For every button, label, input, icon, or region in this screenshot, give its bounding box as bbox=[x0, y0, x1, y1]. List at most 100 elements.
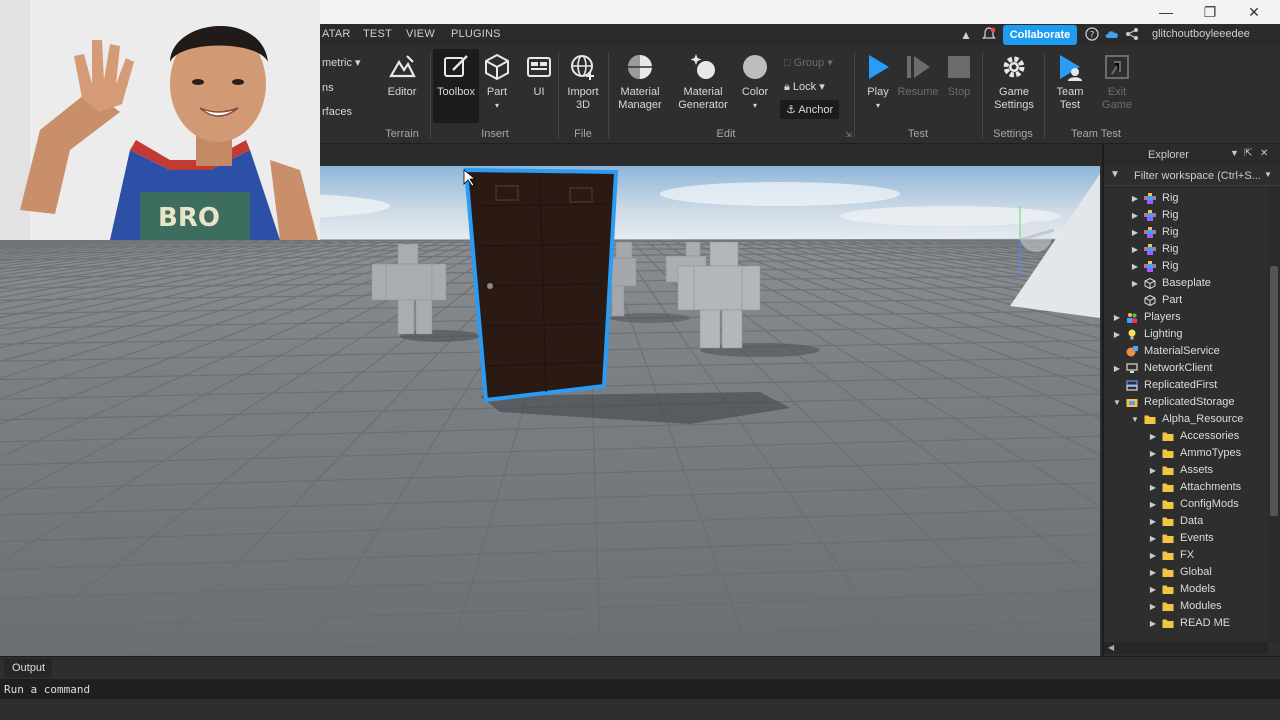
explorer-item-read-me[interactable]: ▶ READ ME bbox=[1104, 615, 1268, 632]
explorer-dropdown-icon[interactable]: ▼ bbox=[1230, 148, 1239, 158]
transform-mode-dropdown[interactable]: metric ▾ bbox=[322, 56, 361, 69]
notification-bell-icon[interactable] bbox=[981, 27, 997, 43]
explorer-item-fx[interactable]: ▶ FX bbox=[1104, 547, 1268, 564]
collapsed-arrow-icon[interactable]: ▶ bbox=[1130, 190, 1140, 207]
exit-game-button[interactable]: Exit Game bbox=[1087, 52, 1147, 112]
collapsed-arrow-icon[interactable]: ▶ bbox=[1148, 462, 1158, 479]
collapsed-arrow-icon[interactable]: ▶ bbox=[1112, 326, 1122, 343]
group-button[interactable]: □ Group ▾ bbox=[784, 56, 833, 69]
collapsed-arrow-icon[interactable]: ▶ bbox=[1130, 207, 1140, 224]
output-tab[interactable]: Output bbox=[4, 659, 52, 677]
explorer-item-part[interactable]: Part bbox=[1104, 292, 1268, 309]
maximize-icon[interactable]: ❐ bbox=[1192, 2, 1228, 22]
explorer-item-accessories[interactable]: ▶ Accessories bbox=[1104, 428, 1268, 445]
expanded-arrow-icon[interactable]: ▼ bbox=[1112, 394, 1122, 411]
explorer-vscrollbar[interactable] bbox=[1268, 186, 1280, 642]
minimize-icon[interactable]: — bbox=[1148, 2, 1184, 22]
explorer-item-attachments[interactable]: ▶ Attachments bbox=[1104, 479, 1268, 496]
explorer-item-networkclient[interactable]: ▶ NetworkClient bbox=[1104, 360, 1268, 377]
collapsed-arrow-icon[interactable]: ▶ bbox=[1148, 513, 1158, 530]
explorer-item-configmods[interactable]: ▶ ConfigMods bbox=[1104, 496, 1268, 513]
stop-button[interactable]: Stop bbox=[929, 52, 989, 99]
explorer-item-materialservice[interactable]: MaterialService bbox=[1104, 343, 1268, 360]
explorer-filter-bar[interactable]: ▼ Filter workspace (Ctrl+S... ▼ bbox=[1104, 166, 1280, 186]
menu-test[interactable]: TEST bbox=[363, 28, 392, 40]
collapsed-arrow-icon[interactable]: ▶ bbox=[1148, 598, 1158, 615]
menu-view[interactable]: VIEW bbox=[406, 28, 435, 40]
terrain-editor-button[interactable]: Editor bbox=[372, 52, 432, 99]
lock-button[interactable]: 🔒︎ Lock ▾ bbox=[784, 80, 825, 94]
menu-plugins[interactable]: PLUGINS bbox=[451, 28, 501, 40]
collapsed-arrow-icon[interactable]: ▶ bbox=[1130, 241, 1140, 258]
collapsed-arrow-icon[interactable]: ▶ bbox=[1148, 428, 1158, 445]
explorer-item-lighting[interactable]: ▶ Lighting bbox=[1104, 326, 1268, 343]
explorer-close-icon[interactable]: ✕ bbox=[1260, 148, 1268, 159]
explorer-item-global[interactable]: ▶ Global bbox=[1104, 564, 1268, 581]
collapsed-arrow-icon[interactable]: ▶ bbox=[1112, 309, 1122, 326]
expanded-arrow-icon[interactable]: ▼ bbox=[1130, 411, 1140, 428]
explorer-item-replicatedfirst[interactable]: ReplicatedFirst bbox=[1104, 377, 1268, 394]
explorer-item-ammotypes[interactable]: ▶ AmmoTypes bbox=[1104, 445, 1268, 462]
collapse-ribbon-icon[interactable]: ▲ bbox=[958, 27, 974, 43]
material-sphere-icon bbox=[628, 55, 652, 79]
explorer-item-baseplate[interactable]: ▶ Baseplate bbox=[1104, 275, 1268, 292]
collapsed-arrow-icon[interactable]: ▶ bbox=[1130, 275, 1140, 292]
explorer-item-rig[interactable]: ▶ Rig bbox=[1104, 190, 1268, 207]
material-manager-button[interactable]: Material Manager bbox=[610, 52, 670, 112]
scroll-left-icon[interactable]: ◀ bbox=[1108, 643, 1114, 652]
material-generator-button[interactable]: Material Generator bbox=[673, 52, 733, 112]
collapsed-arrow-icon[interactable]: ▶ bbox=[1148, 445, 1158, 462]
game-settings-button[interactable]: Game Settings bbox=[984, 52, 1044, 112]
explorer-item-players[interactable]: ▶ Players bbox=[1104, 309, 1268, 326]
collapsed-arrow-icon[interactable]: ▶ bbox=[1148, 547, 1158, 564]
collapsed-arrow-icon[interactable]: ▶ bbox=[1112, 360, 1122, 377]
explorer-item-replicatedstorage[interactable]: ▼ ReplicatedStorage bbox=[1104, 394, 1268, 411]
explorer-item-rig[interactable]: ▶ Rig bbox=[1104, 241, 1268, 258]
explorer-item-label: Data bbox=[1180, 515, 1204, 527]
explorer-item-data[interactable]: ▶ Data bbox=[1104, 513, 1268, 530]
explorer-scroll-thumb[interactable] bbox=[1270, 266, 1278, 516]
group-settings: Settings bbox=[993, 128, 1033, 140]
collapsed-arrow-icon[interactable]: ▶ bbox=[1148, 496, 1158, 513]
menu-avatar[interactable]: ATAR bbox=[322, 28, 351, 40]
collapsed-arrow-icon[interactable]: ▶ bbox=[1148, 479, 1158, 496]
collapsed-arrow-icon[interactable]: ▶ bbox=[1148, 530, 1158, 547]
explorer-hscrollbar[interactable]: ◀ bbox=[1104, 642, 1268, 654]
filter-funnel-icon: ▼ bbox=[1110, 169, 1120, 180]
collapsed-arrow-icon[interactable]: ▶ bbox=[1148, 564, 1158, 581]
close-icon[interactable]: ✕ bbox=[1236, 2, 1272, 22]
folder-icon bbox=[1162, 431, 1174, 442]
cloud-icon[interactable] bbox=[1104, 27, 1120, 43]
color-button[interactable]: Color ▾ bbox=[725, 52, 785, 112]
collapsed-arrow-icon[interactable]: ▶ bbox=[1130, 224, 1140, 241]
explorer-item-alpha-resource[interactable]: ▼ Alpha_Resource bbox=[1104, 411, 1268, 428]
collapsed-arrow-icon[interactable]: ▶ bbox=[1148, 581, 1158, 598]
filter-dropdown-icon[interactable]: ▼ bbox=[1264, 170, 1272, 179]
material-generator-icon bbox=[690, 54, 715, 79]
explorer-item-assets[interactable]: ▶ Assets bbox=[1104, 462, 1268, 479]
lighting-icon bbox=[1126, 329, 1138, 340]
command-input[interactable] bbox=[4, 682, 1204, 696]
explorer-item-events[interactable]: ▶ Events bbox=[1104, 530, 1268, 547]
edit-group-expander-icon[interactable]: ⇲ bbox=[845, 130, 852, 139]
anchor-button[interactable]: ⚓︎ Anchor bbox=[780, 100, 840, 119]
explorer-item-rig[interactable]: ▶ Rig bbox=[1104, 258, 1268, 275]
explorer-filter-input[interactable]: Filter workspace (Ctrl+S... bbox=[1134, 170, 1261, 182]
explorer-item-label: Lighting bbox=[1144, 328, 1183, 340]
import-3d-button[interactable]: Import 3D bbox=[553, 52, 613, 112]
collapsed-arrow-icon[interactable]: ▶ bbox=[1130, 258, 1140, 275]
explorer-item-models[interactable]: ▶ Models bbox=[1104, 581, 1268, 598]
rig-icon bbox=[1144, 261, 1156, 272]
explorer-item-rig[interactable]: ▶ Rig bbox=[1104, 207, 1268, 224]
explorer-item-label: NetworkClient bbox=[1144, 362, 1213, 374]
explorer-item-rig[interactable]: ▶ Rig bbox=[1104, 224, 1268, 241]
lock-icon: 🔒︎ bbox=[784, 81, 790, 93]
explorer-item-modules[interactable]: ▶ Modules bbox=[1104, 598, 1268, 615]
collapsed-arrow-icon[interactable]: ▶ bbox=[1148, 615, 1158, 632]
help-icon[interactable]: ? bbox=[1084, 27, 1100, 43]
explorer-float-icon[interactable]: ⇱ bbox=[1244, 148, 1252, 159]
share-icon[interactable] bbox=[1124, 27, 1140, 43]
username-label[interactable]: glitchoutboyleeedee bbox=[1152, 28, 1250, 40]
explorer-item-label: Accessories bbox=[1180, 430, 1240, 442]
collaborate-button[interactable]: Collaborate bbox=[1003, 25, 1077, 45]
